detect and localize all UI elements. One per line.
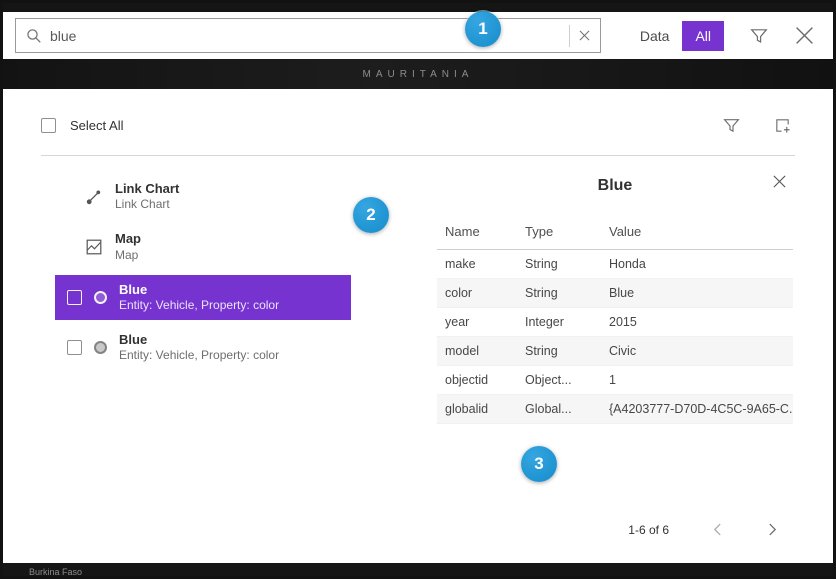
result-item-blue-selected[interactable]: Blue Entity: Vehicle, Property: color	[55, 275, 351, 320]
results-body: Link Chart Link Chart Map Map	[41, 156, 795, 557]
entity-icon	[94, 291, 107, 304]
search-icon	[26, 28, 42, 44]
cell-name: objectid	[437, 366, 517, 395]
col-type: Type	[517, 218, 601, 250]
search-scope-toggle: Data All	[627, 21, 724, 51]
entity-icon	[94, 341, 107, 354]
table-row: objectid Object... 1	[437, 366, 793, 395]
col-name: Name	[437, 218, 517, 250]
select-all-label: Select All	[70, 118, 123, 133]
result-title: Blue	[119, 282, 279, 298]
map-label-bottom: Burkina Faso	[3, 563, 833, 576]
table-header-row: Name Type Value	[437, 218, 793, 250]
close-detail-icon[interactable]	[770, 172, 789, 194]
callout-badge-3: 3	[521, 446, 557, 482]
detail-title: Blue	[598, 177, 633, 195]
callout-badge-1: 1	[465, 11, 501, 47]
map-label-top: WESTERN SAHARA	[3, 3, 833, 12]
cell-value: Blue	[601, 279, 793, 308]
search-results-panel: Select All Link Chart Lin	[3, 89, 833, 563]
cell-value: 2015	[601, 308, 793, 337]
search-toolbar: Data All	[3, 12, 833, 59]
add-to-frame-icon[interactable]	[770, 113, 795, 138]
results-header-actions	[719, 113, 795, 138]
cell-type: String	[517, 337, 601, 366]
cell-type: Integer	[517, 308, 601, 337]
result-checkbox[interactable]	[67, 340, 82, 355]
cell-name: globalid	[437, 395, 517, 424]
results-header: Select All	[41, 113, 795, 138]
cell-name: model	[437, 337, 517, 366]
pagination: 1-6 of 6	[437, 520, 793, 547]
link-chart-icon	[85, 188, 103, 206]
cell-name: year	[437, 308, 517, 337]
close-search-icon[interactable]	[790, 21, 819, 50]
map-icon	[85, 238, 103, 256]
cell-type: String	[517, 250, 601, 279]
select-all-checkbox[interactable]	[41, 118, 56, 133]
cell-value: Civic	[601, 337, 793, 366]
search-box	[15, 18, 601, 53]
result-subtitle: Entity: Vehicle, Property: color	[119, 298, 279, 313]
page-next-icon[interactable]	[766, 520, 779, 539]
result-title: Link Chart	[115, 181, 179, 197]
map-label-top-text: WESTERN SAHARA	[348, 11, 489, 12]
cell-value: 1	[601, 366, 793, 395]
detail-panel: Blue Name Type Value	[413, 156, 795, 557]
cell-name: make	[437, 250, 517, 279]
result-title: Blue	[119, 332, 279, 348]
map-label-bottom-text: Burkina Faso	[29, 567, 82, 576]
result-text: Map Map	[115, 231, 141, 262]
filter-icon[interactable]	[746, 23, 772, 49]
table-row: globalid Global... {A4203777-D70D-4C5C-9…	[437, 395, 793, 424]
map-label-mauritania: MAURITANIA	[363, 69, 474, 80]
callout-badge-2: 2	[353, 197, 389, 233]
cell-name: color	[437, 279, 517, 308]
result-subtitle: Entity: Vehicle, Property: color	[119, 348, 279, 363]
col-value: Value	[601, 218, 793, 250]
detail-header: Blue	[437, 168, 793, 204]
table-row: model String Civic	[437, 337, 793, 366]
properties-table: Name Type Value make String Honda color	[437, 218, 793, 424]
result-item-map[interactable]: Map Map	[41, 224, 413, 269]
result-item-blue[interactable]: Blue Entity: Vehicle, Property: color	[55, 325, 351, 370]
pagination-range: 1-6 of 6	[628, 523, 669, 537]
cell-type: Object...	[517, 366, 601, 395]
result-text: Blue Entity: Vehicle, Property: color	[119, 332, 279, 363]
table-row: year Integer 2015	[437, 308, 793, 337]
page-prev-icon[interactable]	[711, 520, 724, 539]
scope-all-button[interactable]: All	[682, 21, 724, 51]
result-title: Map	[115, 231, 141, 247]
clear-search-icon[interactable]	[570, 19, 600, 52]
cell-value: {A4203777-D70D-4C5C-9A65-C...	[601, 395, 793, 424]
filter-results-icon[interactable]	[719, 113, 744, 138]
table-row: make String Honda	[437, 250, 793, 279]
map-background: MAURITANIA	[3, 59, 833, 89]
cell-type: String	[517, 279, 601, 308]
result-checkbox[interactable]	[67, 290, 82, 305]
result-subtitle: Map	[115, 248, 141, 263]
table-row: color String Blue	[437, 279, 793, 308]
cell-type: Global...	[517, 395, 601, 424]
result-subtitle: Link Chart	[115, 197, 179, 212]
app-window: WESTERN SAHARA Data All MAURITANIA	[0, 0, 836, 579]
result-text: Blue Entity: Vehicle, Property: color	[119, 282, 279, 313]
cell-value: Honda	[601, 250, 793, 279]
scope-data-button[interactable]: Data	[627, 21, 683, 51]
result-text: Link Chart Link Chart	[115, 181, 179, 212]
